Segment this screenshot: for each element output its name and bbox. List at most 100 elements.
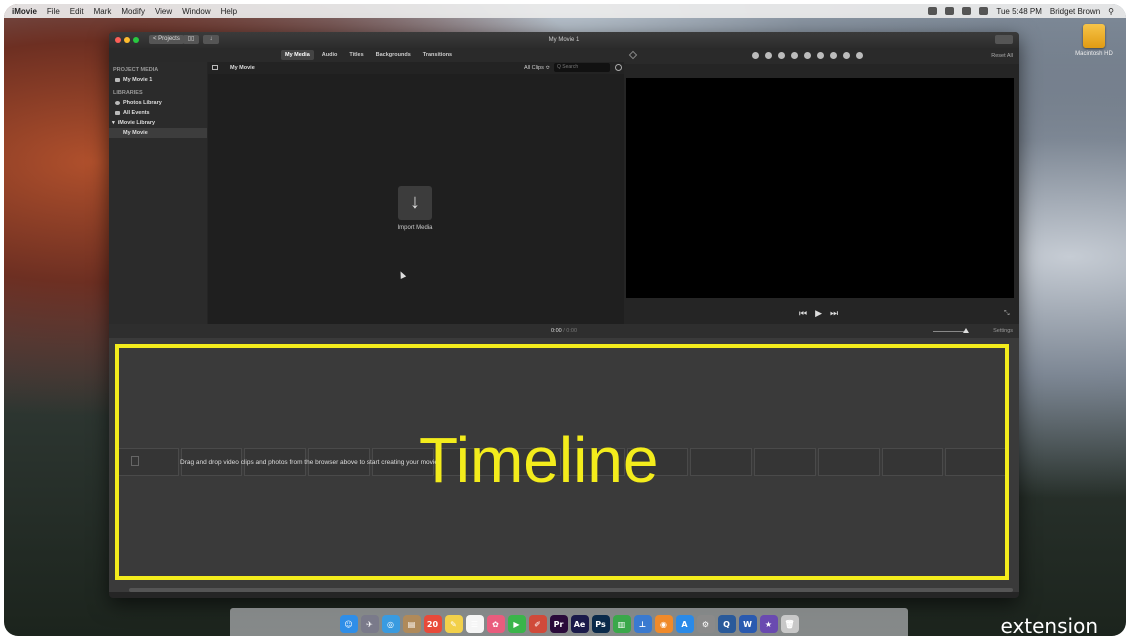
tab-my-media[interactable]: My Media [281, 50, 314, 60]
contacts-icon[interactable]: ▤ [402, 615, 421, 633]
clip-filter-icon[interactable] [843, 52, 850, 59]
skip-back-icon[interactable]: ⏮ [799, 308, 807, 319]
menu-window[interactable]: Window [182, 7, 210, 16]
sidebar-item-label: My Movie [123, 130, 148, 136]
system-preferences-icon[interactable]: ⚙ [696, 615, 715, 633]
status-icon[interactable] [928, 7, 938, 15]
zoom-slider-knob[interactable] [963, 328, 969, 333]
sidebar-item-label: Photos Library [123, 100, 162, 106]
search-input[interactable]: Q Search [554, 63, 610, 72]
finder-icon[interactable]: ☺ [339, 615, 358, 633]
extension-watermark: extension [1000, 614, 1099, 636]
tab-titles[interactable]: Titles [345, 50, 367, 60]
stabilization-icon[interactable] [791, 52, 798, 59]
import-media-button[interactable]: ↓ [398, 186, 432, 220]
photos-icon[interactable]: ✿ [486, 615, 505, 633]
spotlight-icon[interactable]: ⚲ [1108, 7, 1114, 16]
launchpad-icon[interactable]: ✈ [360, 615, 379, 633]
sidebar-item-all-events[interactable]: All Events [109, 108, 207, 118]
timeline-highlight-box [115, 344, 1009, 580]
viewer-toolbar: Reset All [624, 48, 1019, 64]
share-button[interactable] [995, 35, 1013, 44]
events-icon [115, 111, 120, 115]
menu-app-name[interactable]: iMovie [12, 7, 37, 16]
timeline-settings-button[interactable]: Settings [993, 328, 1013, 334]
skip-forward-icon[interactable]: ⏭ [830, 308, 838, 319]
color-balance-icon[interactable] [752, 52, 759, 59]
drive-label: Macintosh HD [1075, 51, 1113, 57]
wifi-icon[interactable] [962, 7, 972, 15]
reset-all-button[interactable]: Reset All [991, 53, 1013, 59]
safari-icon[interactable]: ◎ [381, 615, 400, 633]
gear-icon[interactable] [615, 64, 622, 71]
status-icon[interactable] [945, 7, 955, 15]
libraries-sidebar: PROJECT MEDIA My Movie 1 LIBRARIES Photo… [109, 62, 207, 324]
timecode: 0:00 / 0:00 [109, 328, 1019, 334]
clips-filter-select[interactable]: All Clips ≎ [524, 65, 550, 71]
speed-icon[interactable] [830, 52, 837, 59]
timeline-scrollbar[interactable] [129, 588, 1013, 592]
numbers-icon[interactable]: ▥ [612, 615, 631, 633]
word-icon[interactable]: W [738, 615, 757, 633]
menu-file[interactable]: File [47, 7, 60, 16]
menu-bar: iMovie File Edit Mark Modify View Window… [4, 4, 1126, 18]
browser-title: My Movie [230, 65, 255, 71]
video-viewer[interactable] [626, 78, 1014, 298]
ibooks-icon[interactable]: ◉ [654, 615, 673, 633]
noise-reduction-icon[interactable] [817, 52, 824, 59]
sidebar-item-label: My Movie 1 [123, 77, 153, 83]
keynote-icon[interactable]: ⊥ [633, 615, 652, 633]
menu-view[interactable]: View [155, 7, 172, 16]
sidebar-item-project[interactable]: My Movie 1 [109, 75, 207, 85]
sidebar-toggle-icon[interactable] [212, 65, 218, 70]
window-title: My Movie 1 [548, 37, 580, 43]
crop-icon[interactable] [778, 52, 785, 59]
photos-icon [115, 101, 120, 105]
sidebar-item-my-movie[interactable]: My Movie [109, 128, 207, 138]
info-icon[interactable] [856, 52, 863, 59]
enhance-wand-icon[interactable] [628, 50, 638, 60]
playback-controls: ⏮ ▶ ⏭ [799, 308, 838, 319]
desktop-drive[interactable]: Macintosh HD [1074, 24, 1114, 57]
timecode-current: 0:00 [550, 328, 562, 334]
volume-icon[interactable] [804, 52, 811, 59]
timecode-total: 0:00 [566, 328, 578, 334]
premiere-icon[interactable]: Pr [549, 615, 568, 633]
mouse-cursor-icon [397, 270, 407, 279]
tab-transitions[interactable]: Transitions [419, 50, 456, 60]
timeline-header: 0:00 / 0:00 Settings [109, 324, 1019, 338]
notes-icon[interactable]: ✎ [444, 615, 463, 633]
tab-audio[interactable]: Audio [318, 50, 342, 60]
reminders-icon[interactable]: ☰ [465, 615, 484, 633]
tab-backgrounds[interactable]: Backgrounds [372, 50, 415, 60]
imovie-notes-icon[interactable]: ✐ [528, 615, 547, 633]
battery-icon[interactable] [979, 7, 989, 15]
menu-modify[interactable]: Modify [121, 7, 145, 16]
disclosure-triangle-icon[interactable]: ▾ [112, 120, 115, 126]
sidebar-item-photos-library[interactable]: Photos Library [109, 98, 207, 108]
photoshop-icon[interactable]: Ps [591, 615, 610, 633]
timeline[interactable]: Drag and drop video clips and photos fro… [109, 338, 1019, 592]
zoom-slider[interactable] [933, 331, 967, 332]
browser-header: My Movie All Clips ≎ Q Search [208, 62, 624, 74]
project-media-heading: PROJECT MEDIA [113, 67, 159, 73]
menu-user[interactable]: Bridget Brown [1050, 7, 1100, 16]
play-icon[interactable]: ▶ [815, 308, 822, 319]
facetime-icon[interactable]: ▶ [507, 615, 526, 633]
menu-clock[interactable]: Tue 5:48 PM [996, 7, 1042, 16]
fullscreen-icon[interactable]: ⤡ [1004, 310, 1010, 318]
calendar-icon[interactable]: 20 [423, 615, 442, 633]
menu-edit[interactable]: Edit [70, 7, 84, 16]
appstore-icon[interactable]: A [675, 615, 694, 633]
imovie-icon[interactable]: ★ [759, 615, 778, 633]
color-correction-icon[interactable] [765, 52, 772, 59]
aftereffects-icon[interactable]: Ae [570, 615, 589, 633]
film-icon [115, 78, 120, 82]
quicktime-icon[interactable]: Q [717, 615, 736, 633]
menu-help[interactable]: Help [221, 7, 237, 16]
desktop: iMovie File Edit Mark Modify View Window… [4, 4, 1126, 636]
sidebar-item-imovie-library[interactable]: ▾ iMovie Library [109, 118, 207, 128]
trash-icon[interactable]: 🗑 [780, 615, 799, 633]
media-browser: My Movie All Clips ≎ Q Search ↓ Import M… [208, 62, 624, 324]
menu-mark[interactable]: Mark [94, 7, 112, 16]
